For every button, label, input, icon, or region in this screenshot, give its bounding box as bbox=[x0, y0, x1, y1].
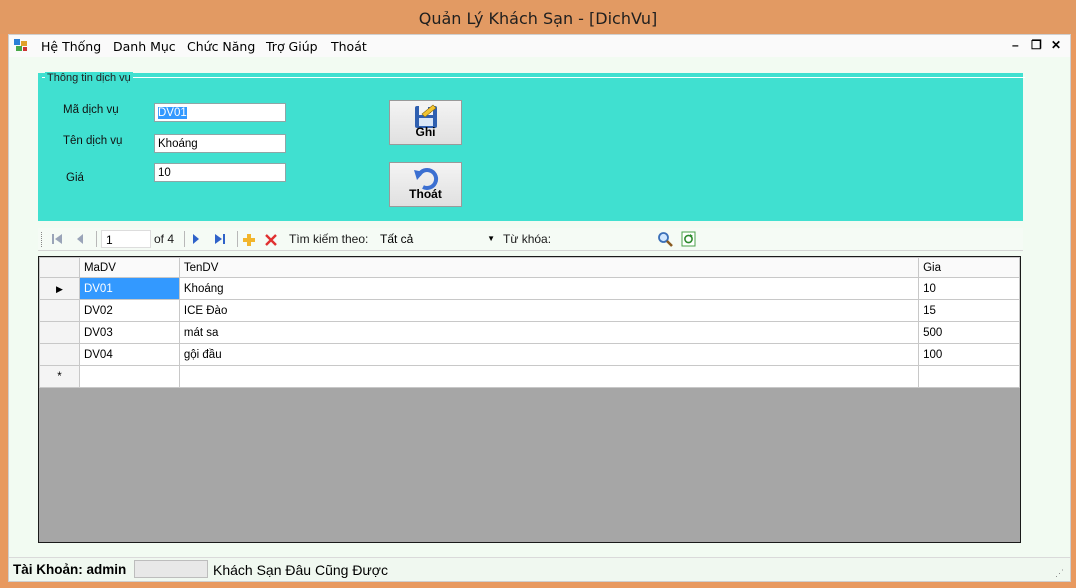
cell-gia[interactable]: 10 bbox=[918, 277, 1020, 300]
count-label: of 4 bbox=[154, 232, 175, 246]
menu-thoat[interactable]: Thoát bbox=[331, 39, 367, 54]
services-datagrid[interactable]: MaDV TenDV Gia ▶ DV01 Khoáng 10 DV02 ICE… bbox=[38, 256, 1021, 543]
cell-tendv-new[interactable] bbox=[178, 365, 920, 388]
cell-gia-new[interactable] bbox=[918, 365, 1020, 388]
cell-tendv[interactable]: Khoáng bbox=[178, 277, 920, 300]
last-record-icon bbox=[215, 234, 225, 244]
move-previous-button[interactable] bbox=[75, 233, 85, 248]
grid-header-row: MaDV TenDV Gia bbox=[39, 257, 1020, 278]
toolbar-separator bbox=[184, 231, 185, 247]
search-by-label: Tìm kiếm theo: bbox=[289, 232, 369, 246]
cell-madv[interactable]: DV02 bbox=[78, 299, 180, 322]
column-header-tendv[interactable]: TenDV bbox=[178, 257, 920, 278]
cell-gia[interactable]: 500 bbox=[918, 321, 1020, 344]
new-row-marker: * bbox=[57, 370, 62, 383]
app-icon[interactable] bbox=[14, 39, 28, 55]
resize-grip-icon[interactable]: ⋰ bbox=[1055, 568, 1064, 579]
column-header-gia[interactable]: Gia bbox=[918, 257, 1020, 278]
row-header[interactable] bbox=[39, 321, 80, 344]
menu-bar: Hệ Thống Danh Mục Chức Năng Trợ Giúp Tho… bbox=[9, 35, 1070, 57]
dropdown-arrow-icon: ▼ bbox=[487, 234, 495, 243]
menu-chuc-nang[interactable]: Chức Năng bbox=[187, 39, 255, 54]
cell-madv-new[interactable] bbox=[78, 365, 180, 388]
mdi-client: Hệ Thống Danh Mục Chức Năng Trợ Giúp Tho… bbox=[8, 34, 1071, 582]
cell-madv[interactable]: DV01 bbox=[78, 277, 180, 300]
ma-dich-vu-label: Mã dịch vụ bbox=[63, 104, 119, 116]
position-input[interactable]: 1 bbox=[101, 230, 151, 248]
toolbar-separator bbox=[237, 231, 238, 247]
table-row[interactable]: ▶ DV01 Khoáng 10 bbox=[39, 277, 1020, 300]
magnifier-search-icon bbox=[658, 232, 673, 247]
title-bar[interactable]: Quản Lý Khách Sạn - [DichVu] bbox=[0, 0, 1076, 34]
refresh-icon bbox=[681, 231, 696, 247]
ma-dich-vu-value: DV01 bbox=[158, 107, 187, 119]
row-header[interactable] bbox=[39, 343, 80, 366]
table-row[interactable]: DV02 ICE Đào 15 bbox=[39, 299, 1020, 322]
ma-dich-vu-input[interactable]: DV01 bbox=[154, 103, 286, 122]
search-by-value: Tất cả bbox=[380, 232, 414, 246]
add-new-button[interactable] bbox=[242, 233, 256, 250]
window-title: Quản Lý Khách Sạn - [DichVu] bbox=[418, 9, 658, 28]
row-header-corner bbox=[39, 257, 80, 278]
mdi-minimize-button[interactable]: – bbox=[1012, 38, 1019, 52]
group-border bbox=[42, 77, 1025, 78]
status-bar: Tài Khoản: admin Khách Sạn Đâu Cũng Được… bbox=[9, 557, 1070, 581]
exit-button-label: Thoát bbox=[409, 187, 442, 201]
cell-madv[interactable]: DV04 bbox=[78, 343, 180, 366]
table-row[interactable]: DV04 gội đầu 100 bbox=[39, 343, 1020, 366]
first-record-icon bbox=[52, 234, 62, 244]
menu-he-thong[interactable]: Hệ Thống bbox=[41, 39, 101, 54]
row-header[interactable] bbox=[39, 299, 80, 322]
menu-tro-giup[interactable]: Trợ Giúp bbox=[266, 39, 318, 54]
new-row[interactable]: * bbox=[39, 365, 1020, 388]
exit-button[interactable]: Thoát bbox=[389, 162, 462, 207]
table-row[interactable]: DV03 mát sa 500 bbox=[39, 321, 1020, 344]
ten-dich-vu-input[interactable]: Khoáng bbox=[154, 134, 286, 153]
cell-tendv[interactable]: mát sa bbox=[178, 321, 920, 344]
app-window: Quản Lý Khách Sạn - [DichVu] Hệ Thống Da… bbox=[0, 0, 1076, 588]
delete-button[interactable] bbox=[264, 233, 278, 250]
keyword-input[interactable] bbox=[550, 229, 650, 249]
search-by-select[interactable]: Tất cả ▼ bbox=[376, 229, 498, 249]
menu-danh-muc[interactable]: Danh Mục bbox=[113, 39, 176, 54]
move-first-button[interactable] bbox=[51, 233, 63, 248]
keyword-label: Từ khóa: bbox=[503, 232, 552, 246]
next-record-icon bbox=[193, 234, 199, 244]
previous-record-icon bbox=[77, 234, 83, 244]
row-header[interactable]: * bbox=[39, 365, 80, 388]
binding-navigator: 1 of 4 Tìm kiếm theo: Tất cả ▼ Từ khóa: bbox=[38, 228, 1023, 251]
add-icon bbox=[243, 234, 255, 246]
delete-x-icon bbox=[265, 234, 277, 246]
search-button[interactable] bbox=[657, 231, 673, 250]
cell-tendv[interactable]: ICE Đào bbox=[178, 299, 920, 322]
gia-label: Giá bbox=[66, 172, 84, 184]
save-button-label: Ghi bbox=[415, 125, 436, 139]
service-info-group: Thông tin dịch vụ Mã dịch vụ DV01 Tên dị… bbox=[38, 72, 1025, 221]
cell-gia[interactable]: 100 bbox=[918, 343, 1020, 366]
status-field bbox=[134, 560, 208, 578]
toolbar-separator bbox=[96, 231, 97, 247]
cell-tendv[interactable]: gội đầu bbox=[178, 343, 920, 366]
column-header-madv[interactable]: MaDV bbox=[78, 257, 180, 278]
refresh-button[interactable] bbox=[681, 231, 696, 250]
move-next-button[interactable] bbox=[191, 233, 201, 248]
current-row-arrow-icon: ▶ bbox=[56, 283, 63, 294]
save-button[interactable]: Ghi bbox=[389, 100, 462, 145]
row-header[interactable]: ▶ bbox=[39, 277, 80, 300]
toolbar-grip bbox=[41, 232, 44, 247]
cell-gia[interactable]: 15 bbox=[918, 299, 1020, 322]
mdi-restore-button[interactable]: ❐ bbox=[1031, 38, 1042, 52]
mdi-close-button[interactable]: ✕ bbox=[1051, 38, 1061, 52]
hotel-name-status: Khách Sạn Đâu Cũng Được bbox=[213, 562, 388, 578]
cell-madv[interactable]: DV03 bbox=[78, 321, 180, 344]
group-title: Thông tin dịch vụ bbox=[45, 72, 133, 84]
ten-dich-vu-label: Tên dịch vụ bbox=[63, 135, 123, 147]
account-status: Tài Khoản: admin bbox=[13, 562, 127, 577]
services-table: MaDV TenDV Gia ▶ DV01 Khoáng 10 DV02 ICE… bbox=[39, 257, 1020, 388]
gia-input[interactable]: 10 bbox=[154, 163, 286, 182]
move-last-button[interactable] bbox=[214, 233, 226, 248]
